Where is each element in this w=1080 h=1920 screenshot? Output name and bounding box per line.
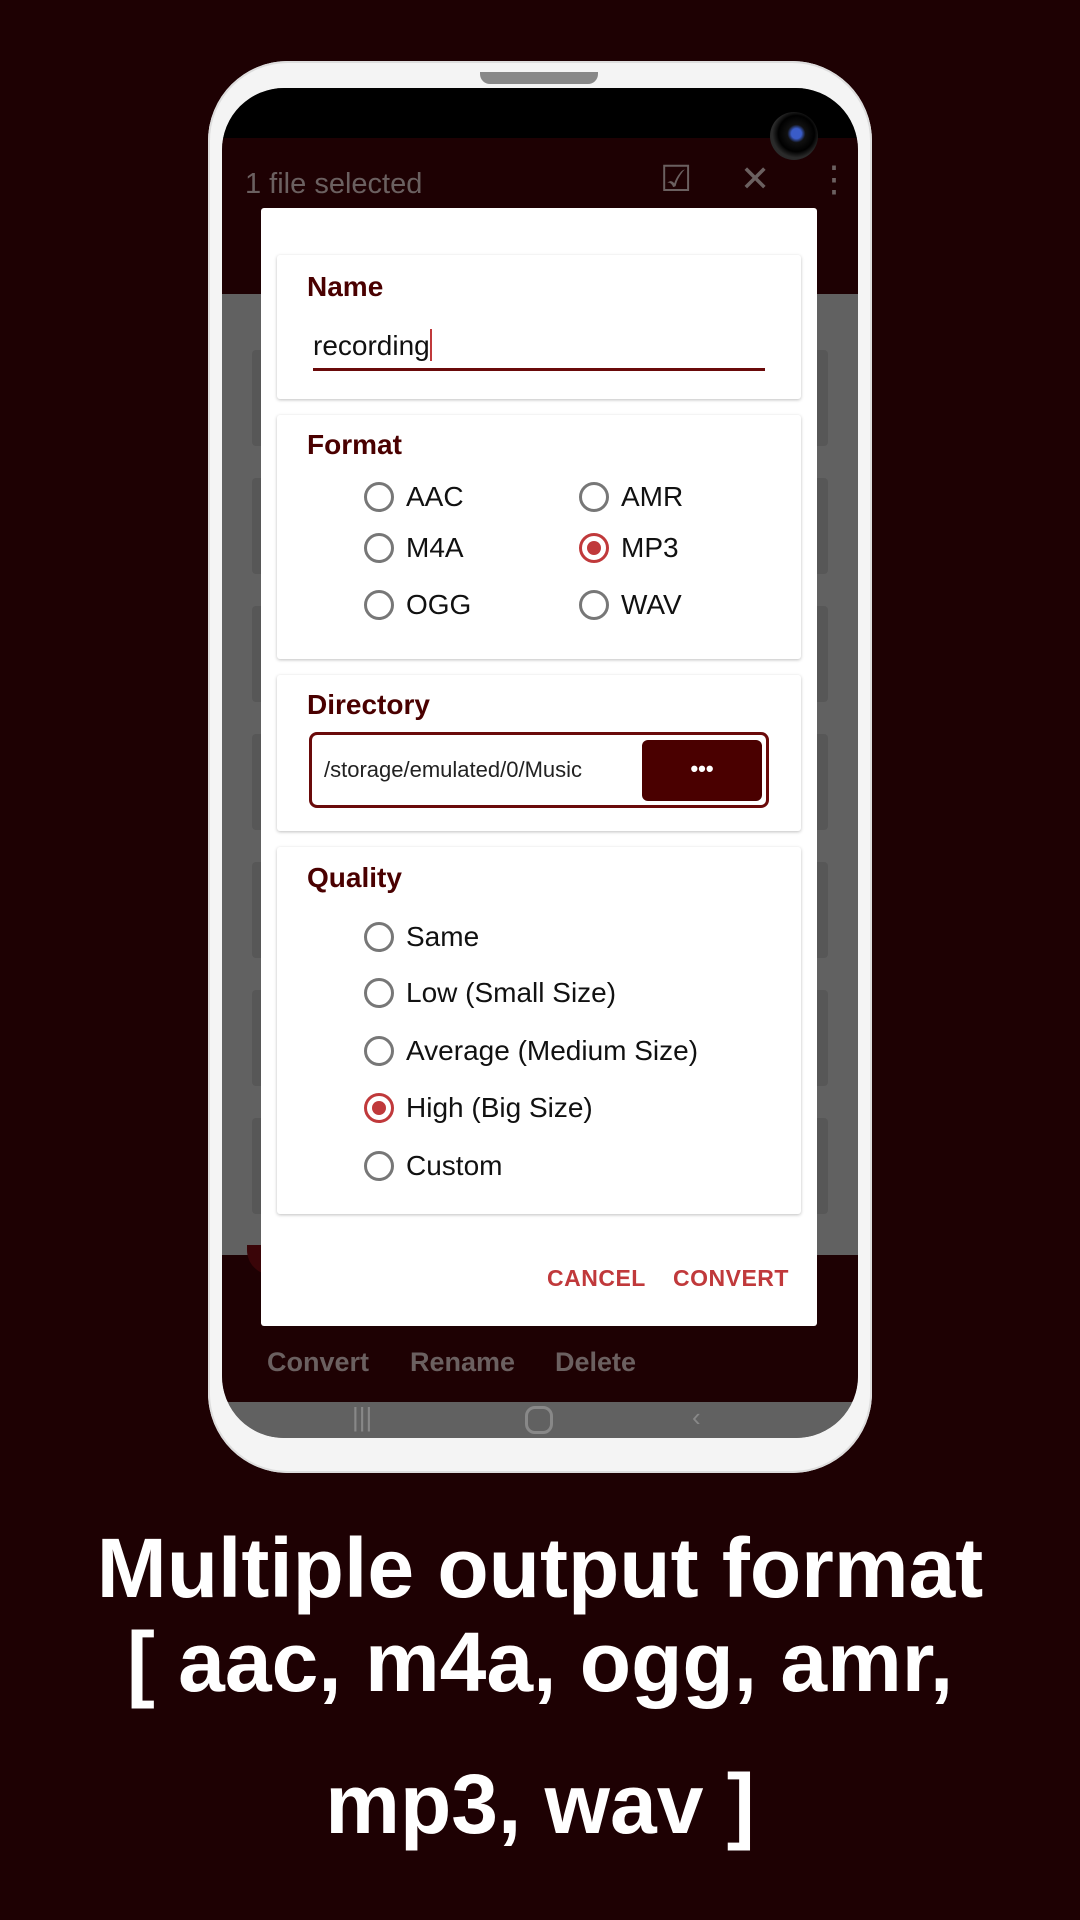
radio-icon (364, 482, 394, 512)
quality-same[interactable]: Same (364, 921, 479, 953)
radio-icon (364, 1151, 394, 1181)
format-title: Format (307, 429, 402, 460)
browse-directory-button[interactable]: ••• (642, 740, 762, 801)
quality-average[interactable]: Average (Medium Size) (364, 1035, 698, 1067)
name-title: Name (307, 271, 384, 302)
radio-checked-icon (364, 1093, 394, 1123)
radio-label: MP3 (621, 532, 679, 563)
caption-line-1: Multiple output format (96, 1521, 984, 1615)
radio-icon (364, 533, 394, 563)
format-ogg[interactable]: OGG (364, 589, 471, 621)
select-all-icon[interactable]: ☑ (660, 158, 692, 200)
convert-action[interactable]: Convert (267, 1347, 369, 1378)
home-icon[interactable] (525, 1406, 553, 1434)
quality-card: Quality Same Low (Small Size) Average (M… (277, 847, 801, 1214)
radio-label: WAV (621, 589, 682, 620)
selection-title: 1 file selected (245, 168, 423, 200)
directory-card: Directory /storage/emulated/0/Music ••• (277, 675, 801, 831)
radio-label: M4A (406, 532, 464, 563)
quality-custom[interactable]: Custom (364, 1150, 502, 1182)
name-value: recording (313, 330, 430, 361)
radio-icon (579, 482, 609, 512)
radio-label: Same (406, 921, 480, 952)
radio-label: High (Big Size) (406, 1092, 593, 1123)
text-cursor (429, 329, 432, 361)
radio-label: Custom (406, 1150, 503, 1181)
convert-button[interactable]: CONVERT (673, 1265, 789, 1292)
camera-icon (770, 112, 818, 160)
directory-title: Directory (307, 689, 430, 720)
format-mp3[interactable]: MP3 (579, 532, 679, 564)
format-m4a[interactable]: M4A (364, 532, 464, 564)
delete-action[interactable]: Delete (555, 1347, 636, 1378)
caption-line-3: mp3, wav ] (325, 1757, 755, 1851)
format-wav[interactable]: WAV (579, 589, 682, 621)
quality-title: Quality (307, 862, 402, 893)
radio-label: OGG (406, 589, 472, 620)
radio-label: Low (Small Size) (406, 977, 617, 1008)
format-aac[interactable]: AAC (364, 481, 464, 513)
directory-path: /storage/emulated/0/Music (324, 757, 583, 782)
radio-icon (364, 1036, 394, 1066)
quality-low[interactable]: Low (Small Size) (364, 977, 616, 1009)
radio-label: Average (Medium Size) (406, 1035, 699, 1066)
recents-icon[interactable]: ||| (352, 1402, 372, 1433)
radio-icon (364, 922, 394, 952)
radio-label: AMR (621, 481, 684, 512)
radio-icon (579, 590, 609, 620)
caption-line-2: [ aac, m4a, ogg, amr, (126, 1615, 954, 1709)
nav-bar: ||| ‹ (222, 1402, 858, 1438)
radio-icon (364, 978, 394, 1008)
close-icon[interactable]: ✕ (740, 158, 770, 200)
back-icon[interactable]: ‹ (692, 1402, 701, 1433)
name-input[interactable]: recording (313, 317, 765, 371)
quality-high[interactable]: High (Big Size) (364, 1092, 593, 1124)
format-amr[interactable]: AMR (579, 481, 683, 513)
radio-checked-icon (579, 533, 609, 563)
speaker (480, 72, 598, 84)
status-bar (222, 88, 858, 138)
radio-icon (364, 590, 394, 620)
directory-field[interactable]: /storage/emulated/0/Music ••• (309, 732, 769, 808)
more-vert-icon[interactable]: ⋮ (816, 158, 852, 200)
format-card: Format AAC AMR M4A MP3 OGG WAV (277, 415, 801, 659)
cancel-button[interactable]: CANCEL (547, 1265, 646, 1292)
convert-dialog: Name recording Format AAC AMR M4A MP3 OG… (261, 208, 817, 1326)
radio-label: AAC (406, 481, 464, 512)
rename-action[interactable]: Rename (410, 1347, 515, 1378)
name-card: Name recording (277, 255, 801, 399)
